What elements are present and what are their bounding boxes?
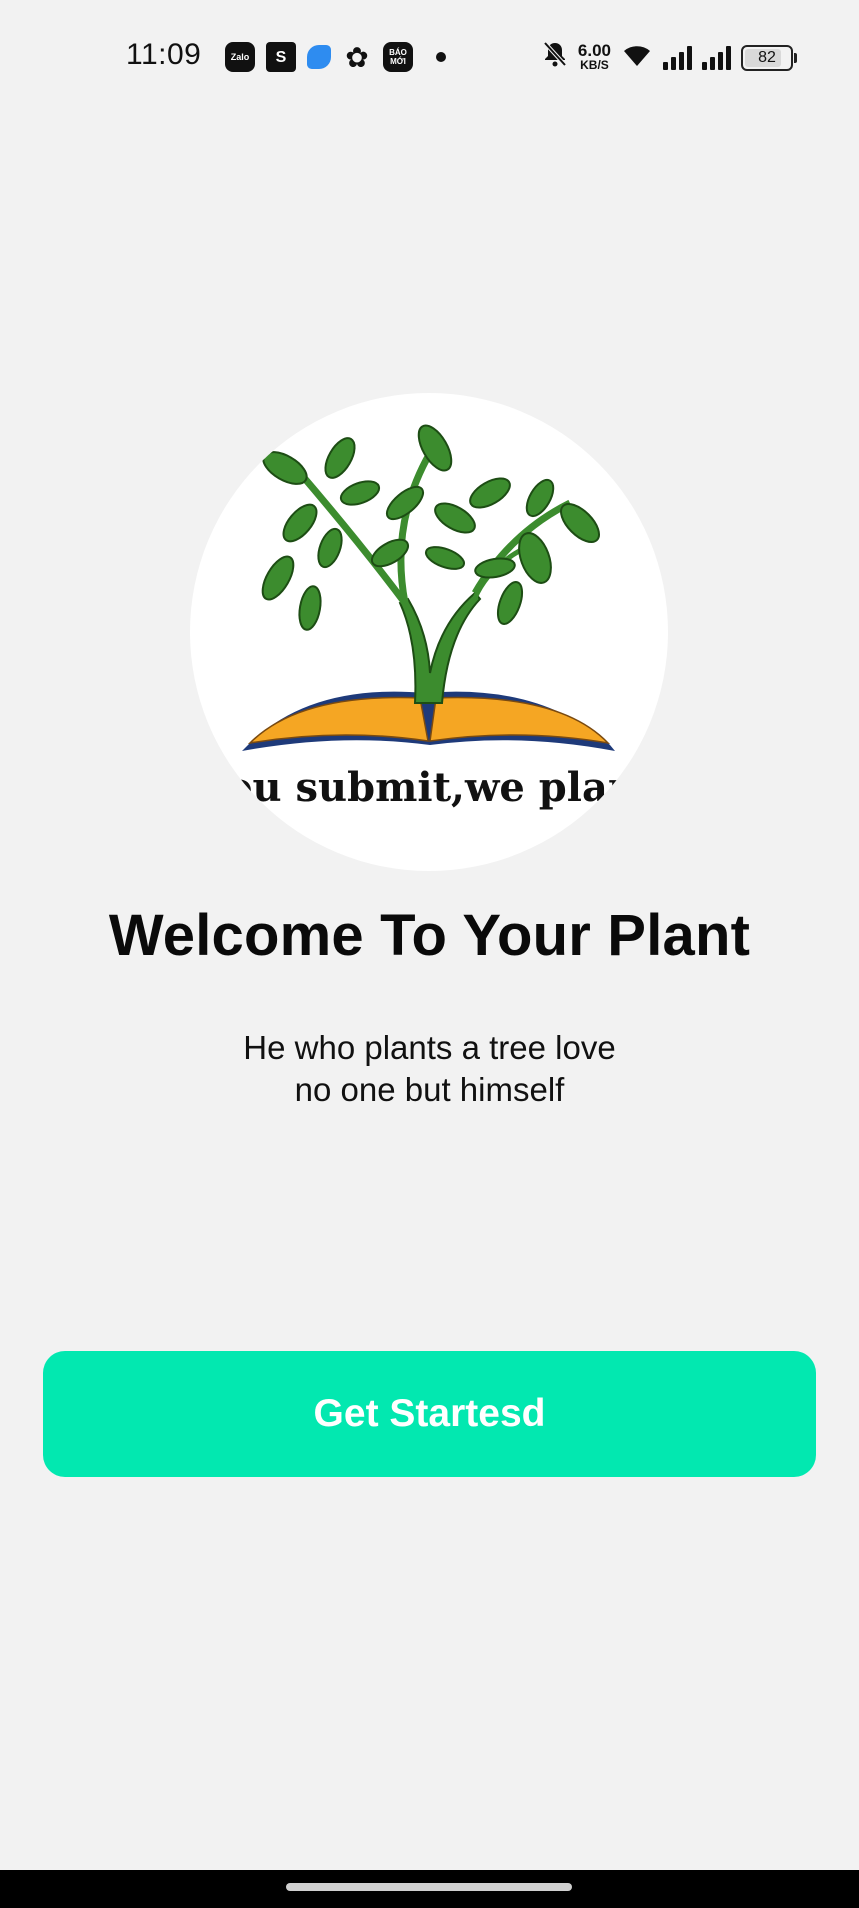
signal-strength-2-icon	[702, 45, 731, 70]
subtitle-line-2: no one but himself	[294, 1071, 565, 1108]
home-indicator[interactable]	[286, 1883, 572, 1891]
logo-tagline: you submit,we plant	[202, 764, 656, 811]
notification-icons: Zalo S ✿ BÁO MỚI	[225, 42, 446, 72]
system-navigation-bar	[0, 1870, 859, 1908]
signal-strength-icon	[663, 45, 692, 70]
battery-icon: 82	[741, 44, 797, 71]
network-speed: 6.00 KB/S	[577, 40, 611, 72]
baomoi-icon: BÁO MỚI	[383, 42, 413, 72]
more-notifications-dot-icon	[436, 52, 446, 62]
bell-off-icon	[542, 40, 568, 75]
status-time: 11:09	[126, 38, 202, 71]
blue-app-icon	[307, 45, 331, 69]
system-status-icons: 6.00 KB/S 82	[542, 40, 797, 75]
battery-level: 82	[758, 48, 776, 66]
leaves	[261, 424, 600, 631]
page-title: Welcome To Your Plant	[108, 903, 751, 968]
plant-book-illustration: you submit,we plant	[202, 424, 656, 811]
wifi-icon	[621, 42, 653, 73]
flower-app-icon: ✿	[345, 41, 369, 73]
branch-center	[397, 451, 434, 604]
subtitle-line-1: He who plants a tree love	[243, 1029, 616, 1066]
network-speed-value: 6.00	[577, 40, 611, 60]
shopee-icon: S	[266, 42, 296, 72]
status-bar: 11:09 Zalo S ✿ BÁO MỚI 6.00 KB/S 82	[0, 0, 859, 112]
zalo-icon: Zalo	[225, 42, 255, 72]
app-logo: you submit,we plant	[190, 393, 668, 871]
network-speed-unit: KB/S	[580, 57, 609, 72]
get-started-button[interactable]: Get Startesd	[43, 1351, 816, 1477]
plant-trunk	[398, 591, 482, 704]
page-subtitle: He who plants a tree love no one but him…	[0, 1027, 859, 1111]
